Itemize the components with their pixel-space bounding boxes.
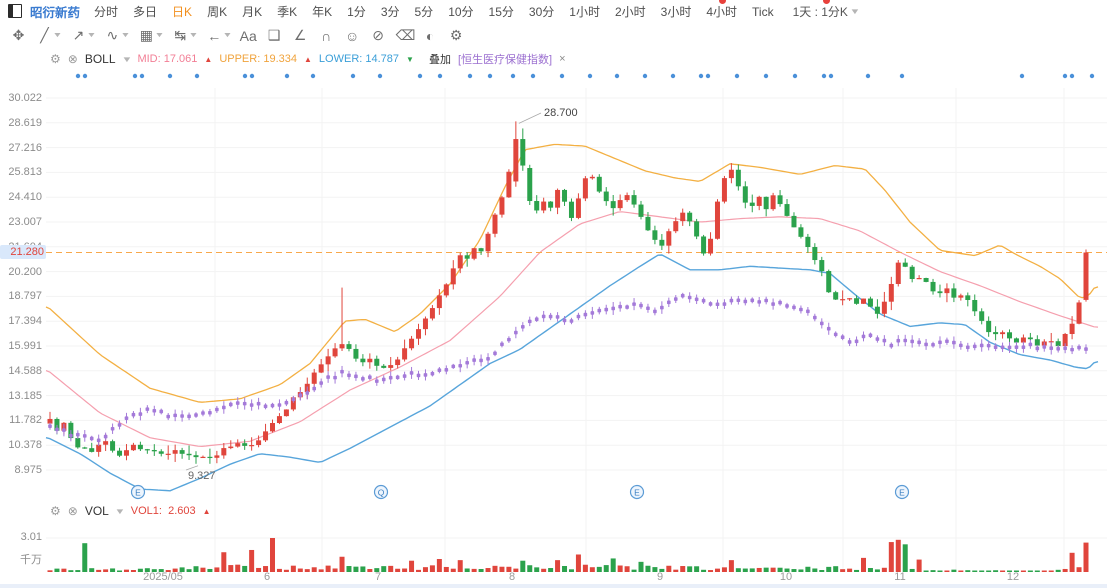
event-dot[interactable]: [734, 73, 740, 79]
event-dot[interactable]: [139, 73, 145, 79]
event-dot[interactable]: [705, 73, 711, 79]
y-axis-label: 30.022: [8, 92, 42, 104]
event-dot[interactable]: [284, 73, 290, 79]
svg-text:E: E: [634, 488, 640, 498]
current-price-tag: 21.280: [0, 244, 46, 259]
y-axis-label: 17.394: [8, 315, 42, 328]
x-axis-label: 9: [656, 571, 664, 583]
event-dot[interactable]: [417, 73, 423, 79]
svg-text:Q: Q: [378, 488, 385, 498]
event-dot[interactable]: [1062, 73, 1068, 79]
event-dot[interactable]: [487, 73, 493, 79]
y-axis-label: 25.813: [8, 166, 42, 179]
event-dot[interactable]: [350, 73, 356, 79]
y-axis-label: 11.782: [9, 414, 42, 427]
y-axis-label: 13.185: [8, 389, 42, 402]
x-axis-label: 8: [508, 571, 516, 583]
event-dot[interactable]: [614, 73, 620, 79]
chart-window: 昭衍新药 分时 多日 日K 周K 月K 季K 年K 1分 3分 5分 10分 15分 30分 1小时 2小时…: [0, 0, 1107, 588]
x-axis-label: 7: [374, 571, 382, 583]
event-dot[interactable]: [559, 73, 565, 79]
event-dot[interactable]: [437, 73, 443, 79]
event-dot[interactable]: [821, 73, 827, 79]
event-dot[interactable]: [1069, 73, 1075, 79]
y-axis-label: 23.007: [8, 215, 42, 228]
event-dot[interactable]: [899, 73, 905, 79]
event-dot[interactable]: [75, 73, 81, 79]
calendar-marker-E[interactable]: E: [130, 484, 146, 500]
x-axis-label: 11: [894, 571, 906, 583]
bottom-divider: [0, 584, 1107, 588]
event-dot[interactable]: [510, 73, 516, 79]
event-dot[interactable]: [1089, 73, 1095, 79]
event-dot[interactable]: [82, 73, 88, 79]
candlestick-chart[interactable]: 28.700 9.327 E Q E E: [0, 0, 1107, 588]
event-dot[interactable]: [467, 73, 473, 79]
x-axis-label: 6: [263, 571, 271, 583]
event-dot[interactable]: [1019, 73, 1025, 79]
event-dot[interactable]: [698, 73, 704, 79]
high-annotation: 28.700: [544, 107, 578, 119]
y-axis-label: 18.797: [8, 290, 42, 303]
event-dot[interactable]: [670, 73, 676, 79]
event-dot[interactable]: [792, 73, 798, 79]
y-axis-label: 15.991: [8, 339, 42, 352]
event-dot[interactable]: [763, 73, 769, 79]
y-axis-label: 28.619: [8, 116, 42, 129]
x-axis-label: 10: [779, 571, 793, 583]
event-dot[interactable]: [310, 73, 316, 79]
calendar-marker-E[interactable]: E: [629, 484, 645, 500]
y-axis-label: 8.975: [14, 464, 42, 476]
event-dot[interactable]: [132, 73, 138, 79]
y-axis-label: 10.378: [8, 439, 42, 452]
calendar-marker-E[interactable]: E: [894, 484, 910, 500]
calendar-marker-Q[interactable]: Q: [373, 484, 389, 500]
event-dot[interactable]: [242, 73, 248, 79]
event-dot[interactable]: [249, 73, 255, 79]
event-dot[interactable]: [828, 73, 834, 79]
event-dot[interactable]: [377, 73, 383, 79]
event-dot[interactable]: [642, 73, 648, 79]
x-axis-label: 2025/05: [143, 571, 183, 583]
y-axis-label: 20.200: [8, 265, 42, 278]
event-dot[interactable]: [865, 73, 871, 79]
svg-text:E: E: [135, 488, 141, 498]
volume-bars: [47, 538, 1089, 572]
y-axis-label: 24.410: [8, 191, 42, 204]
x-axis-label: 12: [1006, 571, 1020, 583]
event-dot[interactable]: [530, 73, 536, 79]
y-axis-label: 14.588: [8, 364, 42, 377]
event-dot[interactable]: [587, 73, 593, 79]
y-axis-label: 27.216: [8, 141, 42, 154]
low-annotation: 9.327: [188, 470, 216, 482]
event-dot[interactable]: [167, 73, 173, 79]
svg-text:E: E: [899, 488, 905, 498]
event-dot[interactable]: [194, 73, 200, 79]
